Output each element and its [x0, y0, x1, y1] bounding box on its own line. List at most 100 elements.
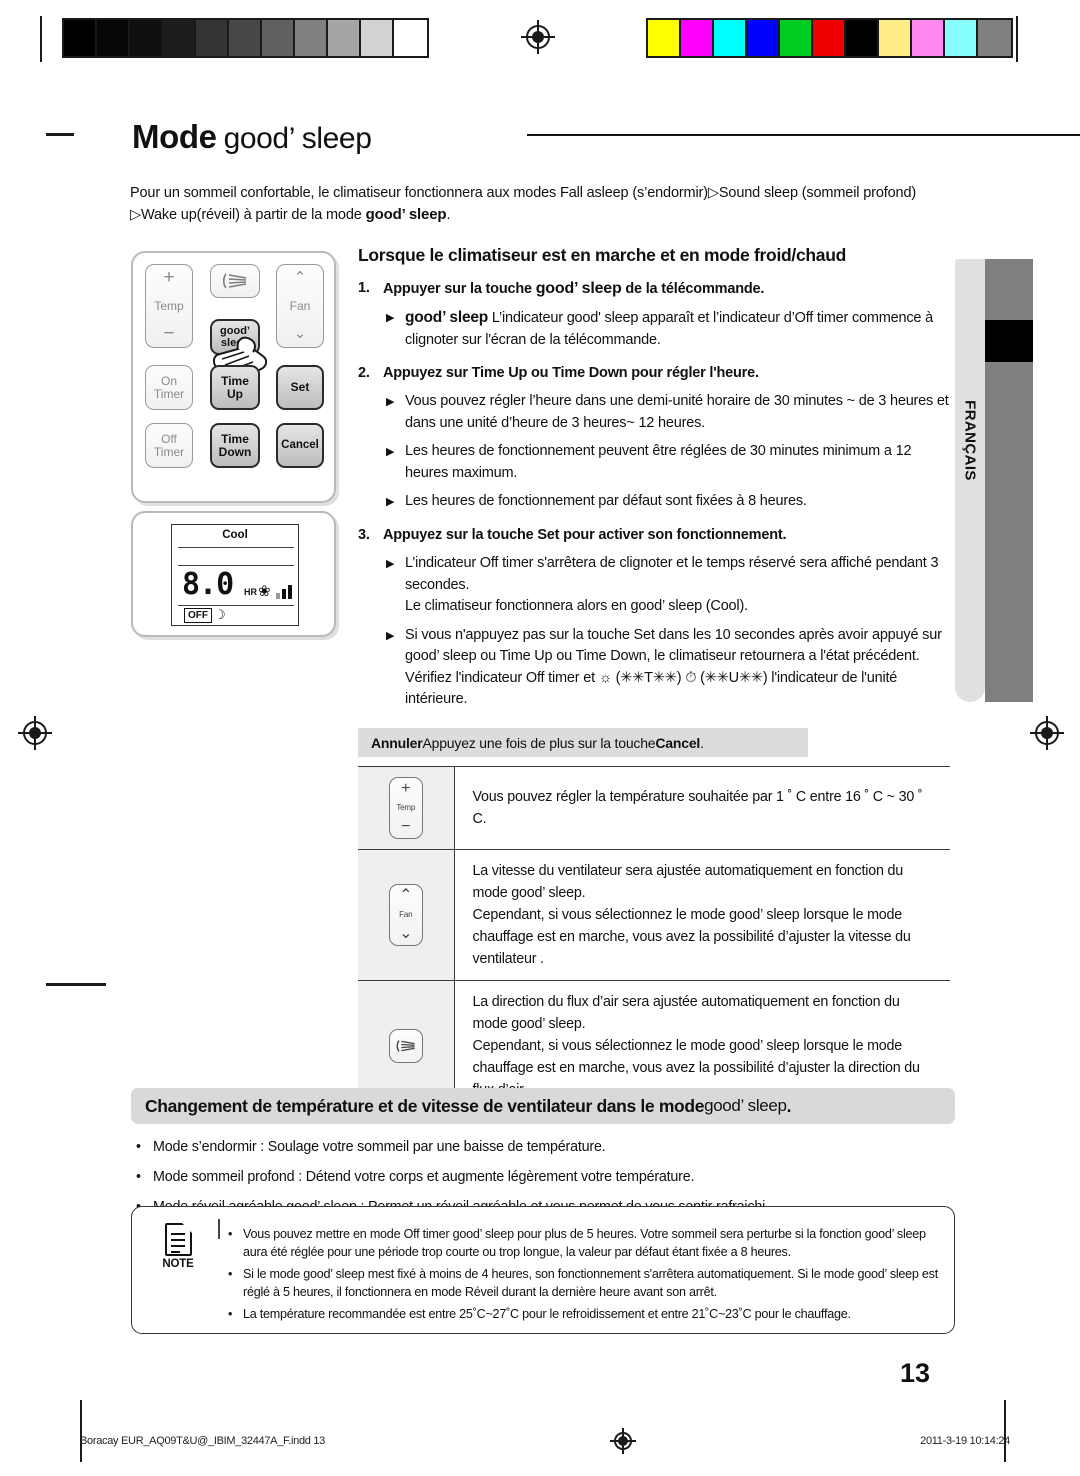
step-3-number: 3. — [358, 527, 370, 543]
instructions-column: Lorsque le climatiseur est en marche et … — [358, 245, 950, 711]
step-2-bullet-1: ▶ Vous pouvez régler l’heure dans une de… — [358, 391, 950, 434]
dot-bullet-icon: • — [136, 1139, 141, 1155]
lcd-value: 8.0 — [182, 567, 234, 602]
color-step-5 — [813, 20, 846, 56]
note-divider — [218, 1219, 220, 1239]
gray-step-10 — [394, 20, 427, 56]
plus-icon: + — [163, 267, 175, 288]
color-step-6 — [846, 20, 879, 56]
triangle-bullet-icon: ▶ — [386, 496, 395, 508]
step-2-bullet-2: ▶ Les heures de fonctionnement peuvent ê… — [358, 441, 950, 484]
remote-good-sleep-label: good’ sleep — [220, 325, 250, 349]
remote-time-down-label: Time Down — [218, 431, 252, 459]
color-step-9 — [945, 20, 978, 56]
chevron-up-icon: ⌃ — [293, 269, 307, 286]
page-title-product: good’ sleep — [223, 122, 372, 155]
chevron-down-icon: ⌄ — [399, 925, 413, 942]
lcd-screen: Cool 8.0 HR ❀ OFF ☽ — [171, 524, 299, 626]
registration-mark-top — [521, 20, 555, 54]
remote-off-timer-button[interactable]: Off Timer — [145, 423, 193, 468]
list-item: • Mode sommeil profond : Détend votre cor… — [131, 1167, 961, 1188]
cancel-instruction-bar: Annuler Appuyez une fois de plus sur la … — [358, 728, 808, 757]
color-step-wedge — [646, 18, 1013, 58]
signal-bar-1 — [282, 589, 286, 599]
side-margin-black-marker — [985, 320, 1033, 362]
page-title-prefix: Mode — [132, 118, 217, 155]
step-2-number: 2. — [358, 365, 370, 381]
gray-step-5 — [229, 20, 262, 56]
remote-temp-button[interactable]: + Temp − — [145, 264, 193, 348]
bottom-bullet-list: • Mode s’endormir : Soulage votre sommeil… — [131, 1128, 961, 1218]
note-box: NOTE • Vous pouvez mettre en mode Off tim… — [131, 1206, 955, 1334]
triangle-bullet-icon: ▶ — [386, 396, 395, 408]
intro-paragraph: Pour un sommeil confortable, le climatis… — [130, 182, 950, 226]
step-3-subline: Le climatiseur fonctionnera alors en goo… — [405, 598, 748, 614]
table-icon-fan: ⌃ Fan ⌄ — [358, 849, 455, 981]
color-step-10 — [978, 20, 1011, 56]
remote-time-down-button[interactable]: Time Down — [210, 423, 260, 468]
remote-cancel-label: Cancel — [281, 439, 319, 451]
footer-timestamp: 2011-3-19 10:14:24 — [920, 1435, 1010, 1447]
remote-off-timer-label: Off Timer — [153, 431, 185, 459]
registration-mark-right — [1030, 716, 1064, 750]
gray-step-7 — [295, 20, 328, 56]
language-tab-label: FRANÇAIS — [961, 400, 979, 481]
color-step-4 — [780, 20, 813, 56]
gray-step-6 — [262, 20, 295, 56]
gray-step-2 — [130, 20, 163, 56]
swing-icon — [396, 1040, 415, 1052]
intro-line-1: Pour un sommeil confortable, le climatis… — [130, 185, 917, 201]
title-rule — [527, 134, 1080, 136]
temp-button-icon: + Temp − — [388, 777, 423, 839]
remote-swing-button[interactable] — [210, 264, 260, 298]
remote-cancel-button[interactable]: Cancel — [276, 423, 324, 468]
plus-icon: + — [401, 780, 411, 797]
gray-step-8 — [328, 20, 361, 56]
dot-bullet-icon: • — [228, 1227, 233, 1241]
fan-icon: ❀ — [258, 583, 271, 600]
remote-set-button[interactable]: Set — [276, 365, 324, 410]
remote-time-up-button[interactable]: Time Up — [210, 365, 260, 410]
remote-time-up-label: Time Up — [221, 373, 249, 401]
page-number: 13 — [900, 1358, 931, 1388]
note-item: • Si le mode good’ sleep mest fixé à moin… — [228, 1266, 942, 1301]
minus-icon: − — [163, 323, 175, 344]
section-heading: Lorsque le climatiseur est en marche et … — [358, 245, 846, 265]
remote-good-sleep-button[interactable]: good’ sleep — [210, 319, 260, 355]
footer-filename: Boracay EUR_AQ09T&U@_IBIM_32447A_F.indd … — [80, 1435, 325, 1447]
minus-icon: − — [401, 818, 411, 835]
note-label: NOTE — [162, 1258, 194, 1270]
crop-line-left — [40, 16, 42, 62]
note-item: • Vous pouvez mettre en mode Off timer go… — [228, 1226, 942, 1261]
table-row: ⌃ Fan ⌄ La vitesse du ventilateur sera a… — [358, 849, 950, 981]
color-step-0 — [648, 20, 681, 56]
swing-icon — [222, 273, 247, 289]
step-2-bullet-3: ▶ Les heures de fonctionnement par défau… — [358, 491, 950, 513]
intro-line-2: ▷Wake up(réveil) à partir de la mode goo… — [130, 206, 451, 223]
lcd-off-badge: OFF — [184, 608, 212, 623]
list-item: • Mode s’endormir : Soulage votre sommeil… — [131, 1137, 961, 1158]
page-title: Mode good’ sleep — [132, 118, 1080, 164]
swing-button-icon — [388, 1029, 423, 1063]
gray-step-3 — [163, 20, 196, 56]
temp-mini-label: Temp — [396, 803, 416, 812]
table-icon-temp: + Temp − — [358, 766, 455, 850]
remote-on-timer-button[interactable]: On Timer — [145, 365, 193, 410]
crop-line-right — [1016, 16, 1018, 62]
chevron-up-icon: ⌃ — [399, 887, 413, 904]
dot-bullet-icon: • — [136, 1169, 141, 1185]
remote-fan-button[interactable]: ⌃ Fan ⌄ — [276, 264, 324, 348]
bottom-section-heading: Changement de température et de vitesse … — [131, 1088, 955, 1124]
step-3: 3. Appuyez sur la touche Set pour active… — [358, 525, 950, 546]
signal-bar-2 — [288, 585, 292, 599]
table-cell-temp-text: Vous pouvez régler la température souhai… — [454, 766, 950, 850]
color-step-3 — [747, 20, 780, 56]
print-calibration-strip — [0, 16, 1080, 62]
language-tab: FRANÇAIS — [955, 259, 985, 702]
registration-mark-footer — [609, 1428, 636, 1454]
color-step-1 — [681, 20, 714, 56]
step-3-bullet-2: ▶ Si vous n'appuyez pas sur la touche Se… — [358, 625, 950, 711]
crop-tick-left — [46, 983, 106, 986]
table-row: + Temp − Vous pouvez régler la températu… — [358, 766, 950, 850]
color-step-8 — [912, 20, 945, 56]
